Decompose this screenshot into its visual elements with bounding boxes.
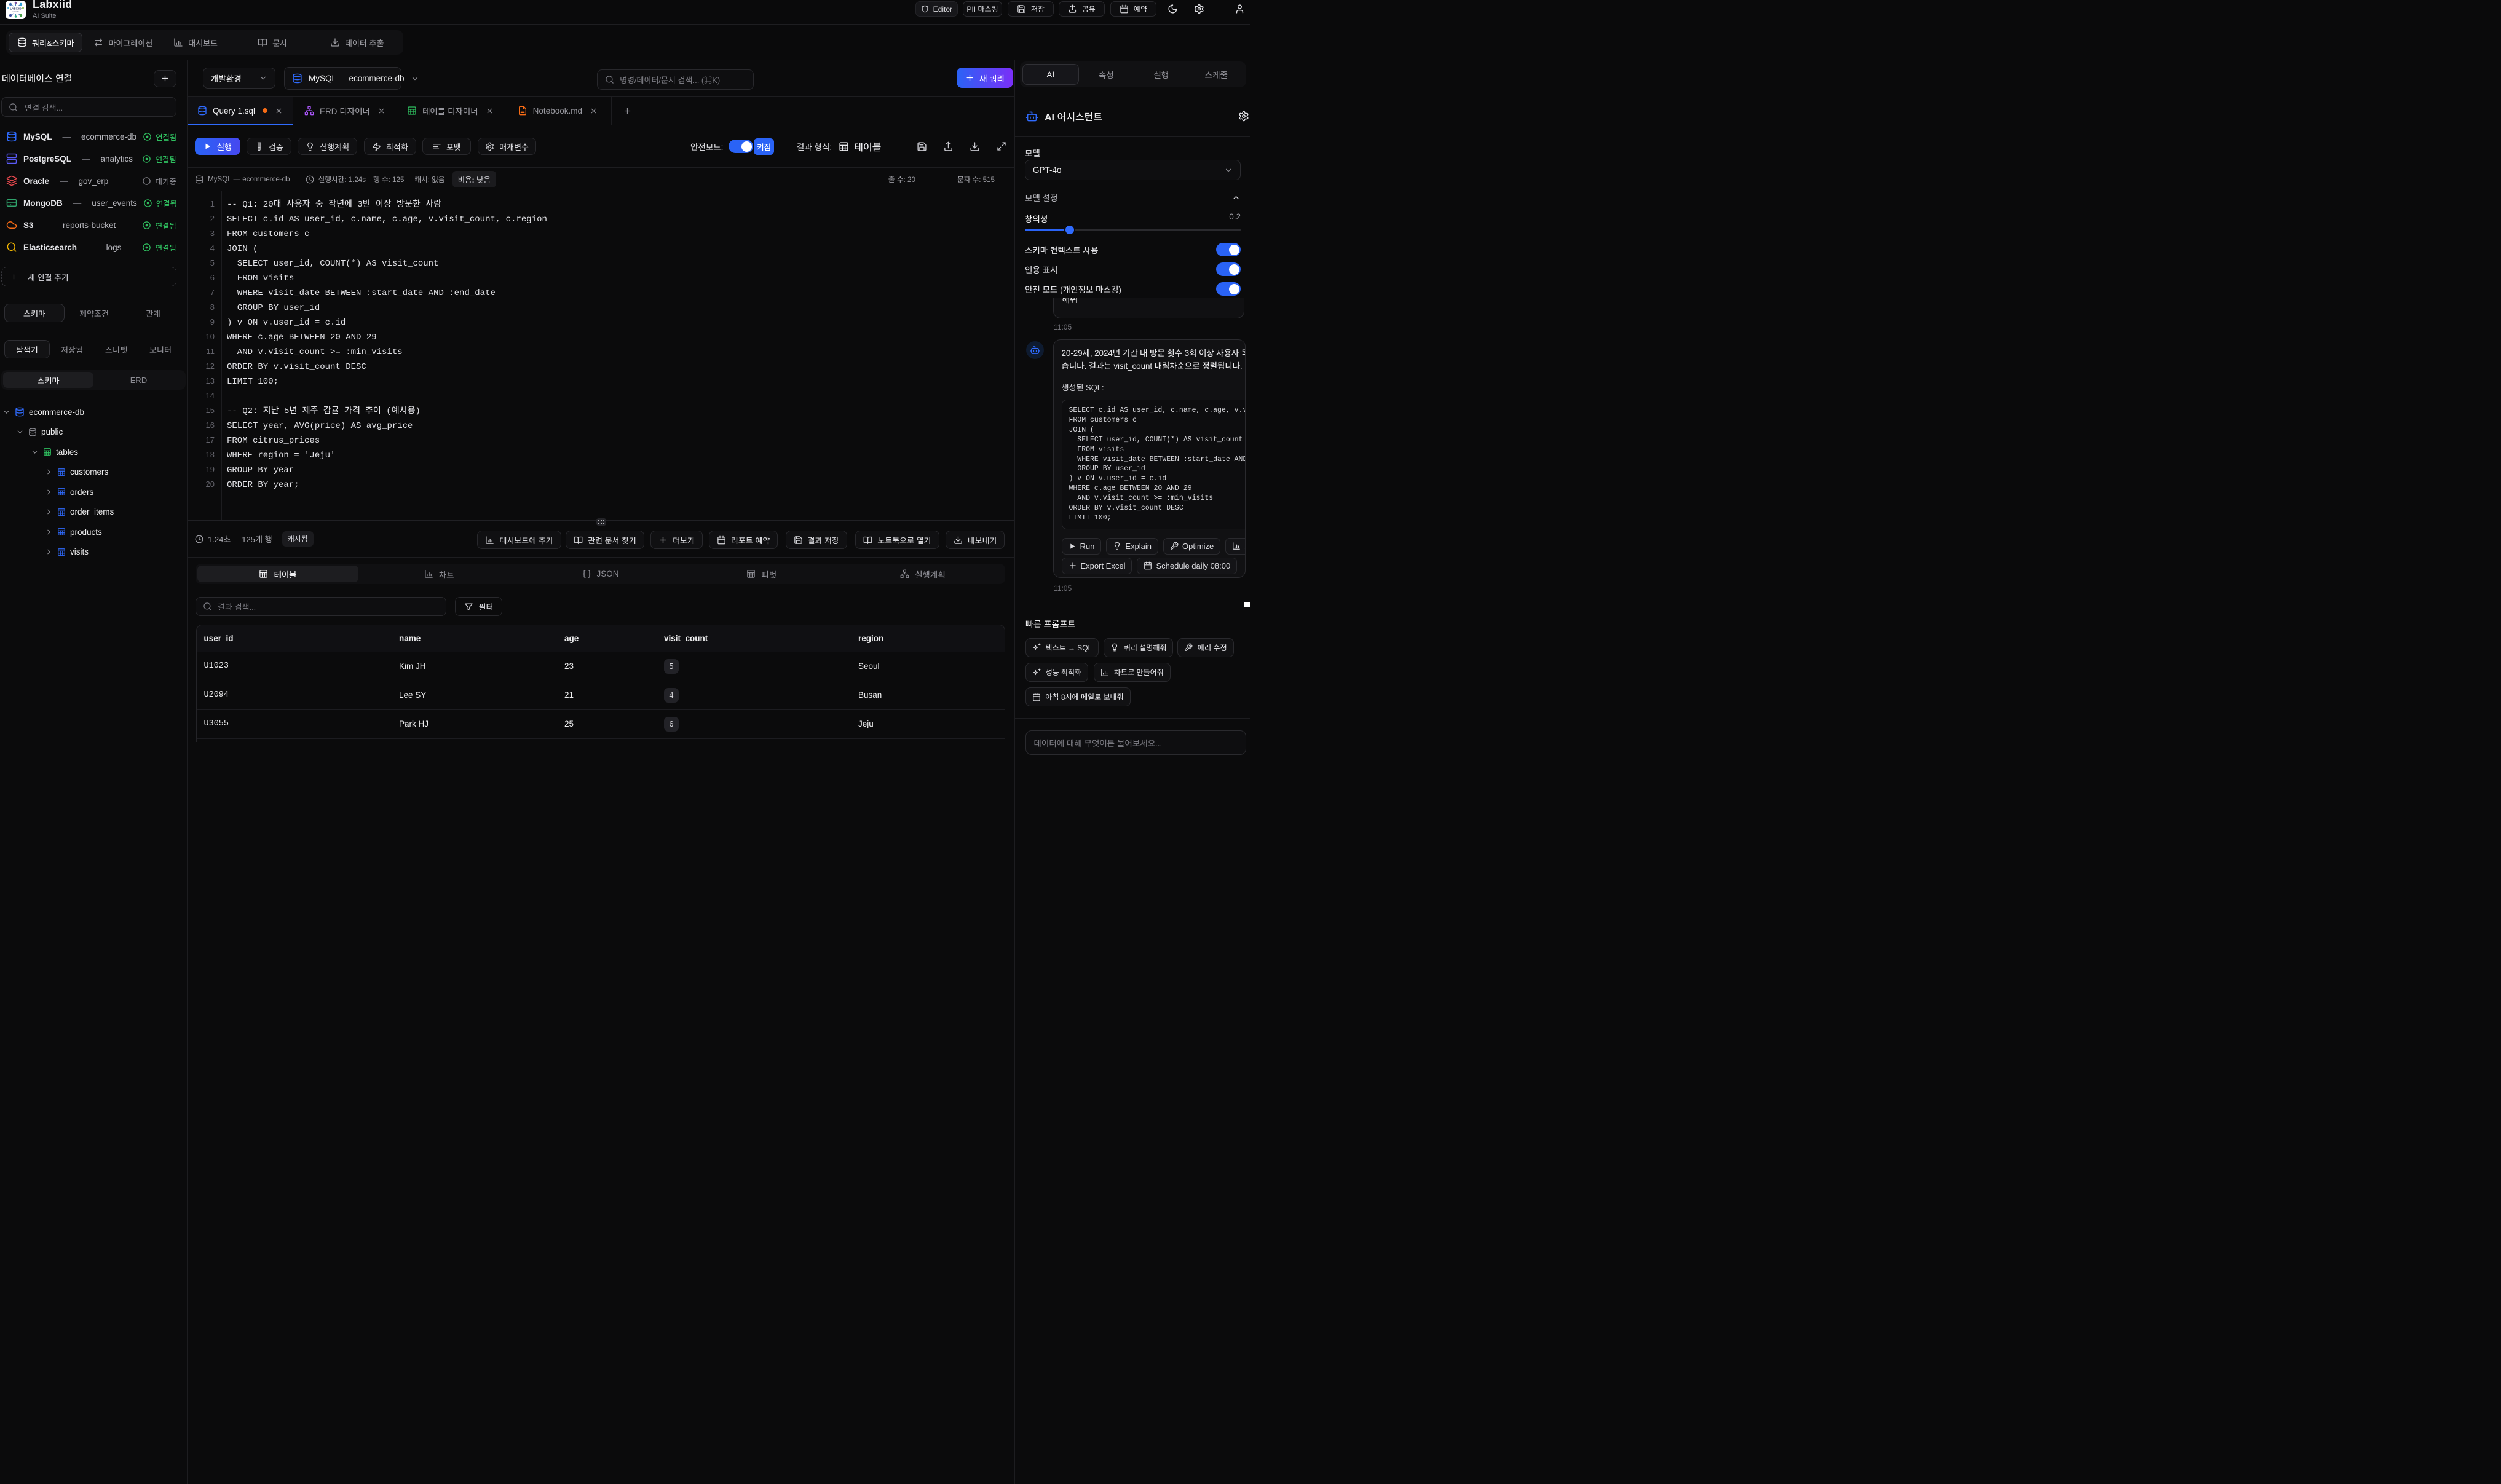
svg-text:AI SUITE: AI SUITE — [12, 10, 19, 13]
svg-text:LABXIID: LABXIID — [10, 7, 22, 10]
